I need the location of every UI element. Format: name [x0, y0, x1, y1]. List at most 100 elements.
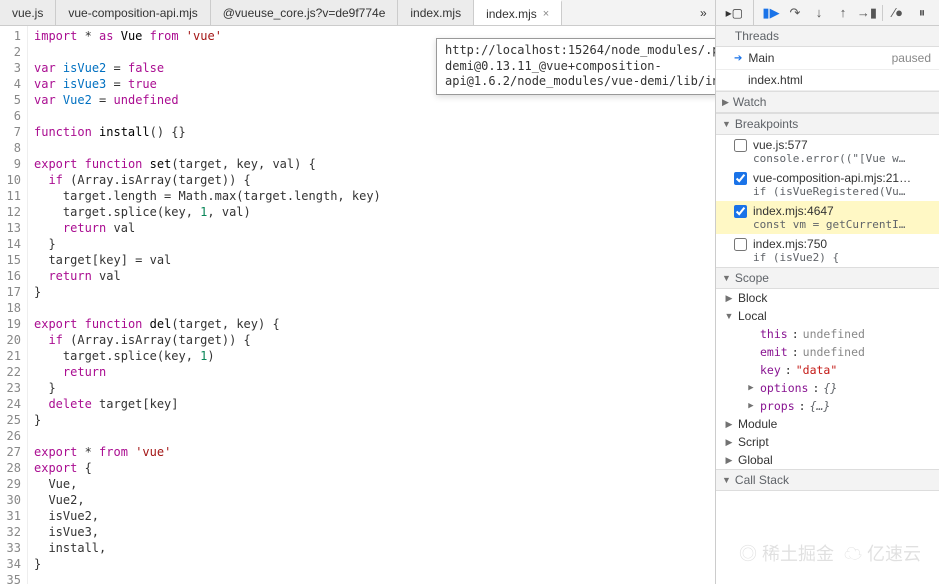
step-into-button[interactable]: ↓ — [808, 2, 830, 24]
expand-icon: ▶ — [722, 97, 729, 108]
editor-tab[interactable]: index.mjs × — [474, 0, 562, 25]
var-name: emit — [760, 345, 788, 359]
thread-target[interactable]: index.html — [716, 70, 939, 91]
step-out-icon: ↑ — [840, 5, 847, 20]
scope-group-global[interactable]: ▶Global — [716, 451, 939, 469]
scope-variable[interactable]: this: undefined — [716, 325, 939, 343]
editor-tabs: vue.js vue-composition-api.mjs @vueuse_cor… — [0, 0, 692, 25]
thread-main[interactable]: ➔ Main paused — [716, 47, 939, 70]
tab-label: vue.js — [12, 6, 43, 20]
resume-button[interactable]: ▮▶ — [760, 2, 782, 24]
step-button[interactable]: →▮ — [856, 2, 878, 24]
breakpoints-header[interactable]: ▼ Breakpoints — [716, 113, 939, 135]
scope-header[interactable]: ▼ Scope — [716, 267, 939, 289]
scope-group-local[interactable]: ▼Local — [716, 307, 939, 325]
callstack-header[interactable]: ▼ Call Stack — [716, 469, 939, 491]
breakpoint-preview: if (isVue2) { — [753, 251, 933, 264]
expand-icon: ▼ — [722, 475, 731, 485]
tab-label: vue-composition-api.mjs — [68, 6, 197, 20]
breakpoint-preview: console.error(("[Vue w… — [753, 152, 933, 165]
var-value: {} — [823, 381, 837, 395]
pause-on-exceptions-button[interactable]: ⏸ — [911, 2, 933, 24]
var-value: undefined — [803, 345, 865, 359]
code-editor[interactable]: 1 2 3 4 5 6 7 8 9 10 11 12 13 14 15 16 1… — [0, 26, 715, 584]
tab-label: index.mjs — [486, 7, 537, 21]
deactivate-breakpoints-icon: ⁄● — [893, 5, 903, 20]
deactivate-breakpoints-button[interactable]: ⁄● — [887, 2, 909, 24]
scope-variable[interactable]: ▶options: {} — [716, 379, 939, 397]
scope-variable[interactable]: emit: undefined — [716, 343, 939, 361]
breakpoint-location: index.mjs:4647 — [753, 204, 933, 218]
expand-icon: ▶ — [724, 419, 734, 430]
breakpoints-list: vue.js:577 console.error(("[Vue w… vue-c… — [716, 135, 939, 267]
var-value: undefined — [803, 327, 865, 341]
scope-variable[interactable]: key: "data" — [716, 361, 939, 379]
editor-tab[interactable]: index.mjs — [398, 0, 474, 25]
close-icon[interactable]: × — [543, 8, 549, 20]
threads-title: Threads — [735, 29, 779, 43]
breakpoint-item[interactable]: index.mjs:4647 const vm = getCurrentI… — [716, 201, 939, 234]
scope-content: ▶Block▼Localthis: undefinedemit: undefin… — [716, 289, 939, 469]
debugger-sidebar: ▼ Threads ➔ Main paused index.html ▶ Wat… — [715, 26, 939, 584]
top-bar: vue.js vue-composition-api.mjs @vueuse_cor… — [0, 0, 939, 26]
thread-name: Main — [748, 51, 774, 65]
expand-icon: ▶ — [724, 437, 734, 448]
pause-icon: ⏸ — [919, 5, 926, 21]
callstack-title: Call Stack — [735, 473, 789, 487]
breakpoint-item[interactable]: vue-composition-api.mjs:21… if (isVueReg… — [716, 168, 939, 201]
threads-header[interactable]: ▼ Threads — [716, 26, 939, 47]
thread-status: paused — [892, 51, 931, 65]
scope-group-module[interactable]: ▶Module — [716, 415, 939, 433]
expand-icon: ▼ — [722, 119, 731, 129]
tab-label: @vueuse_core.js?v=de9f774e — [223, 6, 386, 20]
var-name: this — [760, 327, 788, 341]
breakpoint-location: vue.js:577 — [753, 138, 933, 152]
scope-title: Scope — [735, 271, 769, 285]
show-console-button[interactable]: ▸▢ — [715, 0, 753, 25]
expand-icon: ▼ — [722, 273, 731, 283]
step-icon: →▮ — [857, 5, 877, 21]
scope-group-block[interactable]: ▶Block — [716, 289, 939, 307]
code-content[interactable]: import * as Vue from 'vue' var isVue2 = … — [28, 26, 715, 584]
watch-header[interactable]: ▶ Watch — [716, 91, 939, 113]
scope-group-script[interactable]: ▶Script — [716, 433, 939, 451]
var-name: props — [760, 399, 795, 413]
breakpoint-checkbox[interactable] — [734, 238, 747, 251]
breakpoint-preview: if (isVueRegistered(Vu… — [753, 185, 933, 198]
step-out-button[interactable]: ↑ — [832, 2, 854, 24]
file-path-tooltip: http://localhost:15264/node_modules/.pnp… — [436, 38, 715, 95]
breakpoint-item[interactable]: vue.js:577 console.error(("[Vue w… — [716, 135, 939, 168]
breakpoint-checkbox[interactable] — [734, 172, 747, 185]
editor-tab[interactable]: vue-composition-api.mjs — [56, 0, 210, 25]
tab-label: index.mjs — [410, 6, 461, 20]
breakpoint-item[interactable]: index.mjs:750 if (isVue2) { — [716, 234, 939, 267]
var-name: key — [760, 363, 781, 377]
resume-icon: ▮▶ — [762, 5, 779, 21]
step-over-button[interactable]: ↷ — [784, 2, 806, 24]
step-into-icon: ↓ — [816, 5, 823, 20]
var-value: {…} — [810, 399, 831, 413]
scope-variable[interactable]: ▶props: {…} — [716, 397, 939, 415]
breakpoint-location: index.mjs:750 — [753, 237, 933, 251]
var-name: options — [760, 381, 808, 395]
show-console-icon: ▸▢ — [726, 6, 743, 20]
editor-tab[interactable]: @vueuse_core.js?v=de9f774e — [211, 0, 399, 25]
debugger-toolbar: ▮▶ ↷ ↓ ↑ →▮ ⁄● ⏸ — [753, 0, 939, 25]
main-area: 1 2 3 4 5 6 7 8 9 10 11 12 13 14 15 16 1… — [0, 26, 939, 584]
var-value: "data" — [796, 363, 838, 377]
breakpoint-preview: const vm = getCurrentI… — [753, 218, 933, 231]
current-thread-icon: ➔ — [734, 53, 742, 64]
breakpoints-title: Breakpoints — [735, 117, 798, 131]
breakpoint-checkbox[interactable] — [734, 139, 747, 152]
expand-icon: ▶ — [724, 293, 734, 304]
expand-icon: ▼ — [724, 311, 734, 321]
step-over-icon: ↷ — [790, 5, 801, 21]
editor-tab[interactable]: vue.js — [0, 0, 56, 25]
expand-icon: ▶ — [724, 455, 734, 466]
line-gutter[interactable]: 1 2 3 4 5 6 7 8 9 10 11 12 13 14 15 16 1… — [0, 26, 28, 584]
breakpoint-checkbox[interactable] — [734, 205, 747, 218]
tab-overflow-button[interactable]: » — [692, 0, 715, 25]
breakpoint-location: vue-composition-api.mjs:21… — [753, 171, 933, 185]
expand-icon: ▶ — [746, 401, 756, 411]
watch-title: Watch — [733, 95, 767, 109]
